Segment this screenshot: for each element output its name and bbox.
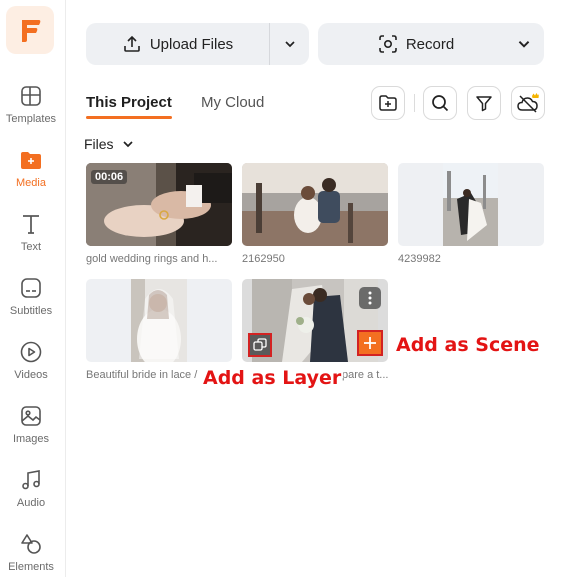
sidebar-item-label: Templates bbox=[5, 113, 57, 125]
videos-icon bbox=[20, 341, 42, 363]
sidebar-item-videos[interactable]: Videos bbox=[0, 336, 62, 394]
media-caption: Beautiful bride in lace / bbox=[86, 369, 198, 381]
sidebar-item-label: Elements bbox=[8, 561, 54, 573]
new-folder-button[interactable] bbox=[371, 86, 405, 120]
chevron-down-icon bbox=[518, 41, 530, 48]
app-logo[interactable] bbox=[6, 6, 54, 54]
filmora-logo-icon bbox=[22, 20, 41, 42]
audio-icon bbox=[22, 470, 40, 490]
sidebar-item-templates[interactable]: Templates bbox=[0, 80, 62, 138]
video-duration-badge: 00:06 bbox=[91, 170, 128, 184]
sidebar-item-audio[interactable]: Audio bbox=[0, 464, 62, 522]
plus-icon bbox=[364, 337, 376, 349]
more-vertical-icon bbox=[368, 291, 372, 305]
sidebar: Templates Media Text Subtitles Videos Im… bbox=[0, 0, 66, 577]
templates-icon bbox=[21, 86, 41, 106]
media-thumbnail-couple-lake[interactable] bbox=[242, 163, 388, 246]
sidebar-item-label: Media bbox=[16, 177, 46, 189]
cloud-sync-button[interactable] bbox=[511, 86, 545, 120]
search-button[interactable] bbox=[423, 86, 457, 120]
tab-my-cloud[interactable]: My Cloud bbox=[201, 94, 264, 111]
filter-icon bbox=[476, 96, 492, 112]
sidebar-item-subtitles[interactable]: Subtitles bbox=[0, 272, 62, 330]
record-button[interactable]: Record bbox=[318, 23, 544, 65]
upload-files-group: Upload Files bbox=[86, 23, 309, 65]
subtitles-icon bbox=[21, 278, 41, 298]
sidebar-item-label: Text bbox=[20, 241, 42, 253]
couple-dance-image bbox=[443, 163, 498, 246]
callout-add-as-layer: Add as Layer bbox=[203, 367, 342, 389]
chevron-down-icon bbox=[122, 141, 133, 148]
upload-files-label: Upload Files bbox=[149, 35, 234, 53]
images-icon bbox=[21, 406, 41, 426]
files-dropdown[interactable]: Files bbox=[84, 136, 134, 152]
add-folder-icon bbox=[379, 95, 397, 111]
filter-button[interactable] bbox=[467, 86, 501, 120]
sidebar-item-media[interactable]: Media bbox=[0, 144, 62, 202]
cloud-off-crown-icon bbox=[517, 93, 539, 113]
add-as-scene-button[interactable] bbox=[357, 330, 383, 356]
callout-add-as-scene: Add as Scene bbox=[396, 334, 540, 356]
bride-lace-image bbox=[131, 279, 187, 362]
search-icon bbox=[432, 95, 449, 112]
sidebar-item-text[interactable]: Text bbox=[0, 208, 62, 266]
sidebar-item-label: Videos bbox=[14, 369, 48, 381]
upload-dropdown-button[interactable] bbox=[270, 23, 309, 65]
media-caption: gold wedding rings and h... bbox=[86, 253, 218, 265]
record-icon bbox=[379, 35, 397, 53]
media-caption: pare a t... bbox=[342, 369, 388, 381]
add-layer-icon bbox=[253, 338, 267, 351]
record-main: Record bbox=[318, 23, 514, 65]
sidebar-item-elements[interactable]: Elements bbox=[0, 528, 62, 577]
sidebar-item-label: Images bbox=[12, 433, 50, 445]
more-options-button[interactable] bbox=[359, 287, 381, 309]
elements-icon bbox=[21, 534, 41, 554]
media-thumbnail-couple-dance[interactable] bbox=[398, 163, 544, 246]
upload-icon bbox=[124, 35, 140, 52]
sidebar-item-images[interactable]: Images bbox=[0, 400, 62, 458]
media-caption: 4239982 bbox=[398, 253, 441, 265]
media-caption: 2162950 bbox=[242, 253, 285, 265]
upload-files-button[interactable]: Upload Files bbox=[86, 23, 269, 65]
text-icon bbox=[23, 215, 39, 234]
sidebar-item-label: Audio bbox=[16, 497, 46, 509]
media-thumbnail-bride-lace[interactable] bbox=[86, 279, 232, 362]
sidebar-item-label: Subtitles bbox=[9, 305, 53, 317]
add-as-layer-button[interactable] bbox=[248, 333, 272, 357]
divider bbox=[414, 94, 415, 112]
files-label: Files bbox=[84, 136, 114, 152]
record-label: Record bbox=[405, 35, 455, 53]
chevron-down-icon bbox=[284, 41, 295, 48]
media-icon bbox=[21, 152, 41, 169]
tab-this-project[interactable]: This Project bbox=[86, 94, 172, 119]
couple-lake-image bbox=[242, 163, 388, 246]
